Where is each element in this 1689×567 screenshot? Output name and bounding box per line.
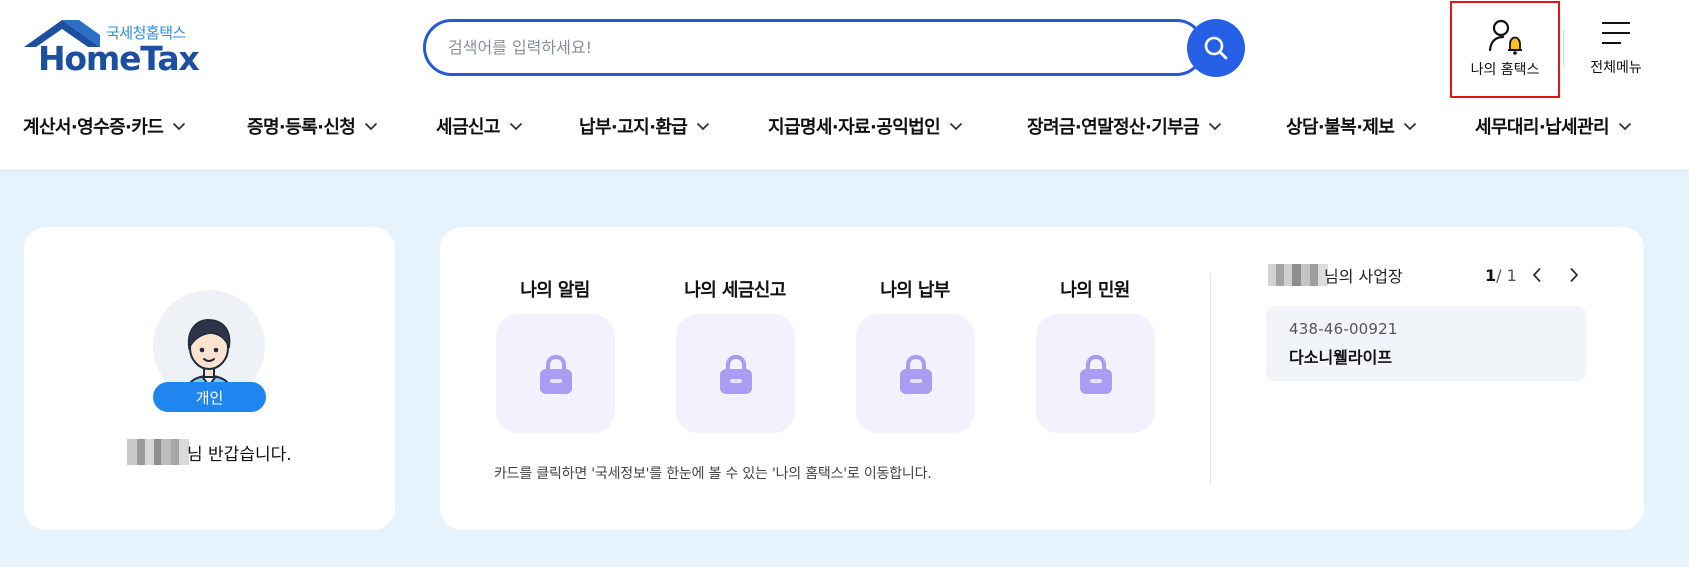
nav-item-invoice-receipt-card[interactable]: 계산서·영수증·카드	[23, 112, 186, 140]
tile-my-petition[interactable]	[1036, 314, 1155, 433]
blurred-name	[1268, 264, 1328, 286]
hometax-logo[interactable]: 국세청홈택스 HomeTax	[24, 20, 200, 78]
nav-item-payment-statement[interactable]: 지급명세·자료·공익법인	[768, 112, 963, 140]
chevron-down-icon	[949, 122, 963, 130]
greeting: 님 반갑습니다.	[127, 439, 292, 465]
chevron-down-icon	[1618, 122, 1632, 130]
tile-my-alerts[interactable]	[496, 314, 615, 433]
business-reg-number: 438-46-00921	[1289, 320, 1398, 338]
my-summary-card: 나의 알림 나의 세금신고 나의 납부 나의 민원 카드를 클릭하면 '국세정보	[440, 227, 1644, 530]
nav-item-certificate-registration[interactable]: 증명·등록·신청	[247, 112, 378, 140]
page-current: 1	[1485, 265, 1497, 285]
nav-item-tax-filing[interactable]: 세금신고	[436, 112, 523, 140]
search-input[interactable]	[448, 33, 1088, 62]
nav-item-label: 세무대리·납세관리	[1475, 117, 1610, 138]
chevron-down-icon	[1404, 122, 1417, 130]
tile-title-my-alerts: 나의 알림	[520, 280, 590, 301]
chevron-right-icon	[1570, 267, 1579, 283]
chevron-down-icon	[509, 122, 522, 130]
nav-item-label: 계산서·영수증·카드	[23, 117, 164, 138]
business-title: 님의 사업장	[1324, 267, 1403, 286]
chevron-down-icon	[697, 122, 710, 130]
next-page-button[interactable]	[1564, 265, 1584, 285]
page-total: / 1	[1496, 265, 1517, 285]
lock-icon	[899, 354, 932, 394]
nav-item-label: 상담·불복·제보	[1286, 117, 1395, 138]
tile-title-my-petition: 나의 민원	[1060, 280, 1130, 301]
my-hometax-label: 나의 홈택스	[1470, 62, 1540, 78]
prev-page-button[interactable]	[1527, 265, 1547, 285]
user-type-badge: 개인	[153, 382, 266, 412]
tile-my-tax-filing[interactable]	[676, 314, 795, 433]
hamburger-icon	[1602, 22, 1630, 44]
search-icon	[1204, 36, 1228, 60]
tile-my-payment[interactable]	[856, 314, 975, 433]
user-bell-icon	[1488, 19, 1522, 55]
lock-icon	[1079, 354, 1112, 394]
nav-item-label: 납부·고지·환급	[579, 117, 688, 138]
search-button[interactable]	[1187, 19, 1245, 77]
header-divider	[1563, 30, 1564, 68]
nav-item-payment-refund[interactable]: 납부·고지·환급	[579, 112, 710, 140]
search-box	[423, 19, 1205, 76]
tile-title-my-payment: 나의 납부	[880, 280, 950, 301]
card-divider	[1210, 273, 1211, 485]
greeting-text: 님 반갑습니다.	[187, 444, 292, 465]
business-name: 다소니웰라이프	[1289, 348, 1393, 367]
my-hometax-button[interactable]: 나의 홈택스	[1450, 1, 1560, 98]
business-pager: 1 / 1	[1485, 263, 1517, 287]
lock-icon	[539, 354, 572, 394]
tile-title-my-tax-filing: 나의 세금신고	[684, 280, 786, 301]
nav-item-label: 세금신고	[436, 117, 500, 138]
chevron-left-icon	[1532, 267, 1541, 283]
logo-title: HomeTax	[38, 39, 200, 78]
lock-icon	[719, 354, 752, 394]
header: 국세청홈택스 HomeTax 나의 홈택스 전체메뉴 계산서·영수증·카드	[0, 0, 1689, 171]
chevron-down-icon	[365, 122, 378, 130]
nav-item-consult-appeal[interactable]: 상담·불복·제보	[1286, 112, 1417, 140]
nav-item-label: 장려금·연말정산·기부금	[1027, 117, 1200, 138]
tile-note: 카드를 클릭하면 '국세정보'를 한눈에 볼 수 있는 '나의 홈택스'로 이동…	[494, 466, 932, 482]
nav-item-label: 지급명세·자료·공익법인	[768, 117, 941, 138]
blurred-name	[127, 439, 189, 465]
all-menu-button[interactable]: 전체메뉴	[1570, 18, 1662, 82]
nav-item-label: 증명·등록·신청	[247, 117, 356, 138]
nav-item-incentive-yearend[interactable]: 장려금·연말정산·기부금	[1027, 112, 1222, 140]
chevron-down-icon	[1208, 122, 1222, 130]
business-item[interactable]: 438-46-00921 다소니웰라이프	[1266, 306, 1586, 381]
nav-item-tax-agent[interactable]: 세무대리·납세관리	[1475, 112, 1632, 140]
business-header: 님의 사업장	[1268, 263, 1403, 287]
all-menu-label: 전체메뉴	[1590, 60, 1642, 76]
profile-card: 개인 님 반갑습니다.	[24, 227, 395, 530]
chevron-down-icon	[173, 122, 186, 130]
